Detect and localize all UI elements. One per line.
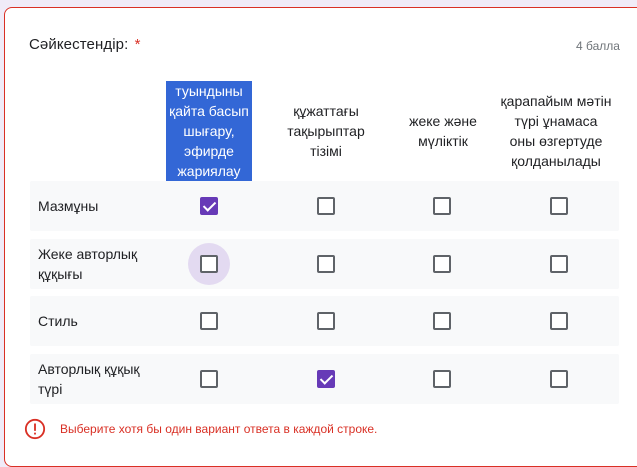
row-3-label: Стиль: [38, 313, 78, 329]
row-3-col-3-checkbox[interactable]: [433, 312, 451, 330]
row-1-col-3-checkbox[interactable]: [433, 197, 451, 215]
row-3-col-2-checkbox[interactable]: [317, 312, 335, 330]
points-label: 4 балла: [576, 39, 620, 53]
column-header-1: туындыны қайта басып шығару, эфирде жари…: [153, 78, 265, 184]
question-title-text: Сәйкестендір:: [29, 36, 129, 53]
row-2-col-3-checkbox[interactable]: [433, 255, 451, 273]
row-4-col-1-checkbox[interactable]: [200, 370, 218, 388]
row-2-label: Жеке авторлық құқығы: [38, 246, 138, 282]
row-3-col-4-checkbox[interactable]: [550, 312, 568, 330]
column-header-2: құжаттағы тақырыптар тізімі: [270, 78, 382, 184]
grid-row-4: Авторлық құқық түрі: [30, 354, 619, 404]
row-1-label: Мазмұны: [38, 198, 99, 214]
row-2-col-2-checkbox[interactable]: [317, 255, 335, 273]
required-asterisk: *: [134, 36, 141, 53]
column-header-3-label: жеке және мүліктік: [409, 113, 477, 149]
row-4-label: Авторлық құқық түрі: [38, 361, 140, 397]
column-header-2-label: құжаттағы тақырыптар тізімі: [287, 103, 365, 159]
row-4-col-4-checkbox[interactable]: [550, 370, 568, 388]
column-header-1-label: туындыны қайта басып шығару, эфирде жари…: [166, 81, 252, 181]
column-header-4: қарапайым мәтін түрі ұнамаса оны өзгерту…: [500, 78, 612, 184]
question-title: Сәйкестендір: *: [29, 36, 141, 53]
error-text: Выберите хотя бы один вариант ответа в к…: [60, 422, 378, 436]
row-2-col-4-checkbox[interactable]: [550, 255, 568, 273]
question-card: Сәйкестендір: * 4 балла туындыны қайта б…: [4, 7, 637, 467]
row-3-col-1-checkbox[interactable]: [200, 312, 218, 330]
row-4-col-2-checkbox[interactable]: [317, 370, 335, 388]
column-header-3: жеке және мүліктік: [387, 78, 499, 184]
row-1-col-1-checkbox[interactable]: [200, 197, 218, 215]
validation-error: Выберите хотя бы один вариант ответа в к…: [24, 418, 377, 440]
grid-row-3: Стиль: [30, 296, 619, 346]
column-header-4-label: қарапайым мәтін түрі ұнамаса оны өзгерту…: [500, 93, 612, 169]
row-4-col-3-checkbox[interactable]: [433, 370, 451, 388]
grid-row-2: Жеке авторлық құқығы: [30, 239, 619, 289]
row-1-col-4-checkbox[interactable]: [550, 197, 568, 215]
grid-row-1: Мазмұны: [30, 181, 619, 231]
row-1-col-2-checkbox[interactable]: [317, 197, 335, 215]
error-circle-icon: [24, 418, 46, 440]
row-2-col-1-checkbox[interactable]: [200, 255, 218, 273]
